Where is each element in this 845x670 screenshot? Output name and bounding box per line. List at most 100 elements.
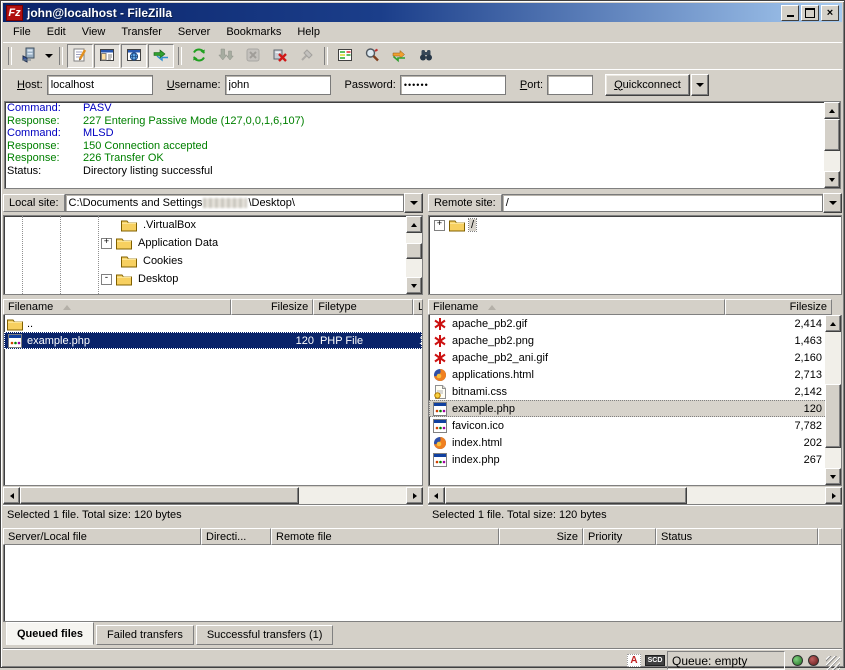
remote-list-scrollbar[interactable] [825,315,841,485]
remote-file-row[interactable]: index.php 267 [429,451,841,468]
scroll-up-button[interactable] [825,315,841,332]
message-log[interactable]: Command:PASV Response:227 Entering Passi… [4,101,841,189]
column-header-filename[interactable]: Filename [3,299,231,315]
column-header-status[interactable]: Status [656,528,818,545]
column-header-filesize[interactable]: Filesize [231,299,314,315]
remote-file-row[interactable]: bitnami.css 2,142 [429,383,841,400]
remote-file-row[interactable]: applications.html 2,713 [429,366,841,383]
remote-site-dropdown[interactable] [823,193,842,213]
menu-file[interactable]: File [5,24,39,40]
remote-tree[interactable]: + / [428,215,842,295]
directory-comparison-button[interactable] [332,44,358,68]
local-site-combobox[interactable]: C:\Documents and Settings\Desktop\ [65,194,404,212]
password-input[interactable] [400,75,506,95]
column-header-priority[interactable]: Priority [583,528,656,545]
synchronized-browsing-button[interactable] [386,44,412,68]
port-input[interactable] [547,75,593,95]
tree-item-cookies[interactable]: Cookies [4,252,422,270]
site-manager-button[interactable] [16,44,42,68]
scroll-left-button[interactable] [3,487,20,504]
tab-successful-transfers[interactable]: Successful transfers (1) [196,625,334,645]
remote-file-row[interactable]: index.html 202 [429,434,841,451]
toggle-message-log-button[interactable] [67,44,93,68]
reconnect-button[interactable] [294,44,320,68]
remote-file-list[interactable]: apache_pb2.gif 2,414 apache_pb2.png 1,46… [428,315,842,486]
local-site-dropdown[interactable] [404,193,423,213]
scroll-right-button[interactable] [825,487,842,504]
refresh-button[interactable] [186,44,212,68]
column-header-lastmodified[interactable]: L [413,299,423,315]
toggle-remote-tree-button[interactable] [121,44,147,68]
column-header-filetype[interactable]: Filetype [313,299,413,315]
filezilla-window: Fz john@localhost - FileZilla × File Edi… [0,0,845,668]
log-scrollbar[interactable] [824,102,840,188]
column-header-direction[interactable]: Directi... [201,528,271,545]
column-header-size[interactable]: Size [499,528,583,545]
remote-horizontal-scrollbar[interactable] [428,487,842,504]
maximize-button[interactable] [801,5,819,21]
expand-icon[interactable]: + [101,238,112,249]
toggle-local-tree-button[interactable] [94,44,120,68]
menu-view[interactable]: View [74,24,114,40]
minimize-button[interactable] [781,5,799,21]
local-horizontal-scrollbar[interactable] [3,487,423,504]
site-manager-dropdown[interactable] [43,45,55,67]
filter-button[interactable] [413,44,439,68]
transfer-type-indicator[interactable]: A [625,653,643,669]
remote-file-row[interactable]: apache_pb2_ani.gif 2,160 [429,349,841,366]
scroll-up-button[interactable] [824,102,840,119]
column-header-filesize[interactable]: Filesize [725,299,832,315]
queue-list[interactable] [3,545,842,622]
username-input[interactable] [225,75,331,95]
menu-edit[interactable]: Edit [39,24,74,40]
local-tree-scrollbar[interactable] [406,216,422,294]
scrollbar-thumb[interactable] [445,487,687,504]
scroll-right-button[interactable] [406,487,423,504]
find-files-button[interactable] [359,44,385,68]
column-header-server-local-file[interactable]: Server/Local file [3,528,201,545]
tree-item-root[interactable]: + / [429,216,841,234]
local-file-row-updir[interactable]: .. [4,315,422,332]
scrollbar-thumb[interactable] [824,119,840,151]
scroll-down-button[interactable] [825,468,841,485]
process-queue-button[interactable] [213,44,239,68]
port-label: Port: [520,79,543,91]
cancel-button[interactable] [240,44,266,68]
remote-file-row[interactable]: apache_pb2.png 1,463 [429,332,841,349]
expand-icon[interactable]: + [434,220,445,231]
quickconnect-dropdown[interactable] [691,74,709,96]
disconnect-button[interactable] [267,44,293,68]
menu-bookmarks[interactable]: Bookmarks [218,24,289,40]
menu-help[interactable]: Help [289,24,328,40]
scroll-up-button[interactable] [406,216,422,233]
scroll-left-button[interactable] [428,487,445,504]
scroll-down-button[interactable] [406,277,422,294]
collapse-icon[interactable]: - [101,274,112,285]
tab-queued-files[interactable]: Queued files [6,622,94,645]
remote-site-combobox[interactable]: / [502,194,823,212]
remote-file-row[interactable]: apache_pb2.gif 2,414 [429,315,841,332]
local-tree[interactable]: .VirtualBox + Application Data Cookies -… [3,215,423,295]
tree-item-virtualbox[interactable]: .VirtualBox [4,216,422,234]
menu-server[interactable]: Server [170,24,218,40]
scroll-down-button[interactable] [824,171,840,188]
host-input[interactable] [47,75,153,95]
quickconnect-button[interactable]: Quickconnect [605,74,690,96]
tree-item-desktop[interactable]: - Desktop [4,270,422,288]
title-bar[interactable]: Fz john@localhost - FileZilla × [3,3,842,22]
toggle-queue-button[interactable] [148,44,174,68]
tree-item-application-data[interactable]: + Application Data [4,234,422,252]
column-header-filename[interactable]: Filename [428,299,725,315]
speed-limits-indicator[interactable]: SCD [646,653,664,669]
remote-file-row-selected[interactable]: example.php 120 [429,400,841,417]
local-file-list[interactable]: .. example.php 120 PHP File 1 [3,315,423,486]
scrollbar-thumb[interactable] [825,384,841,448]
column-header-remote-file[interactable]: Remote file [271,528,499,545]
tab-failed-transfers[interactable]: Failed transfers [96,625,194,645]
scrollbar-thumb[interactable] [20,487,299,504]
local-file-row-selected[interactable]: example.php 120 PHP File 1 [4,332,422,349]
close-button[interactable]: × [821,5,839,21]
remote-file-row[interactable]: favicon.ico 7,782 [429,417,841,434]
menu-transfer[interactable]: Transfer [113,24,170,40]
scrollbar-thumb[interactable] [406,243,422,259]
